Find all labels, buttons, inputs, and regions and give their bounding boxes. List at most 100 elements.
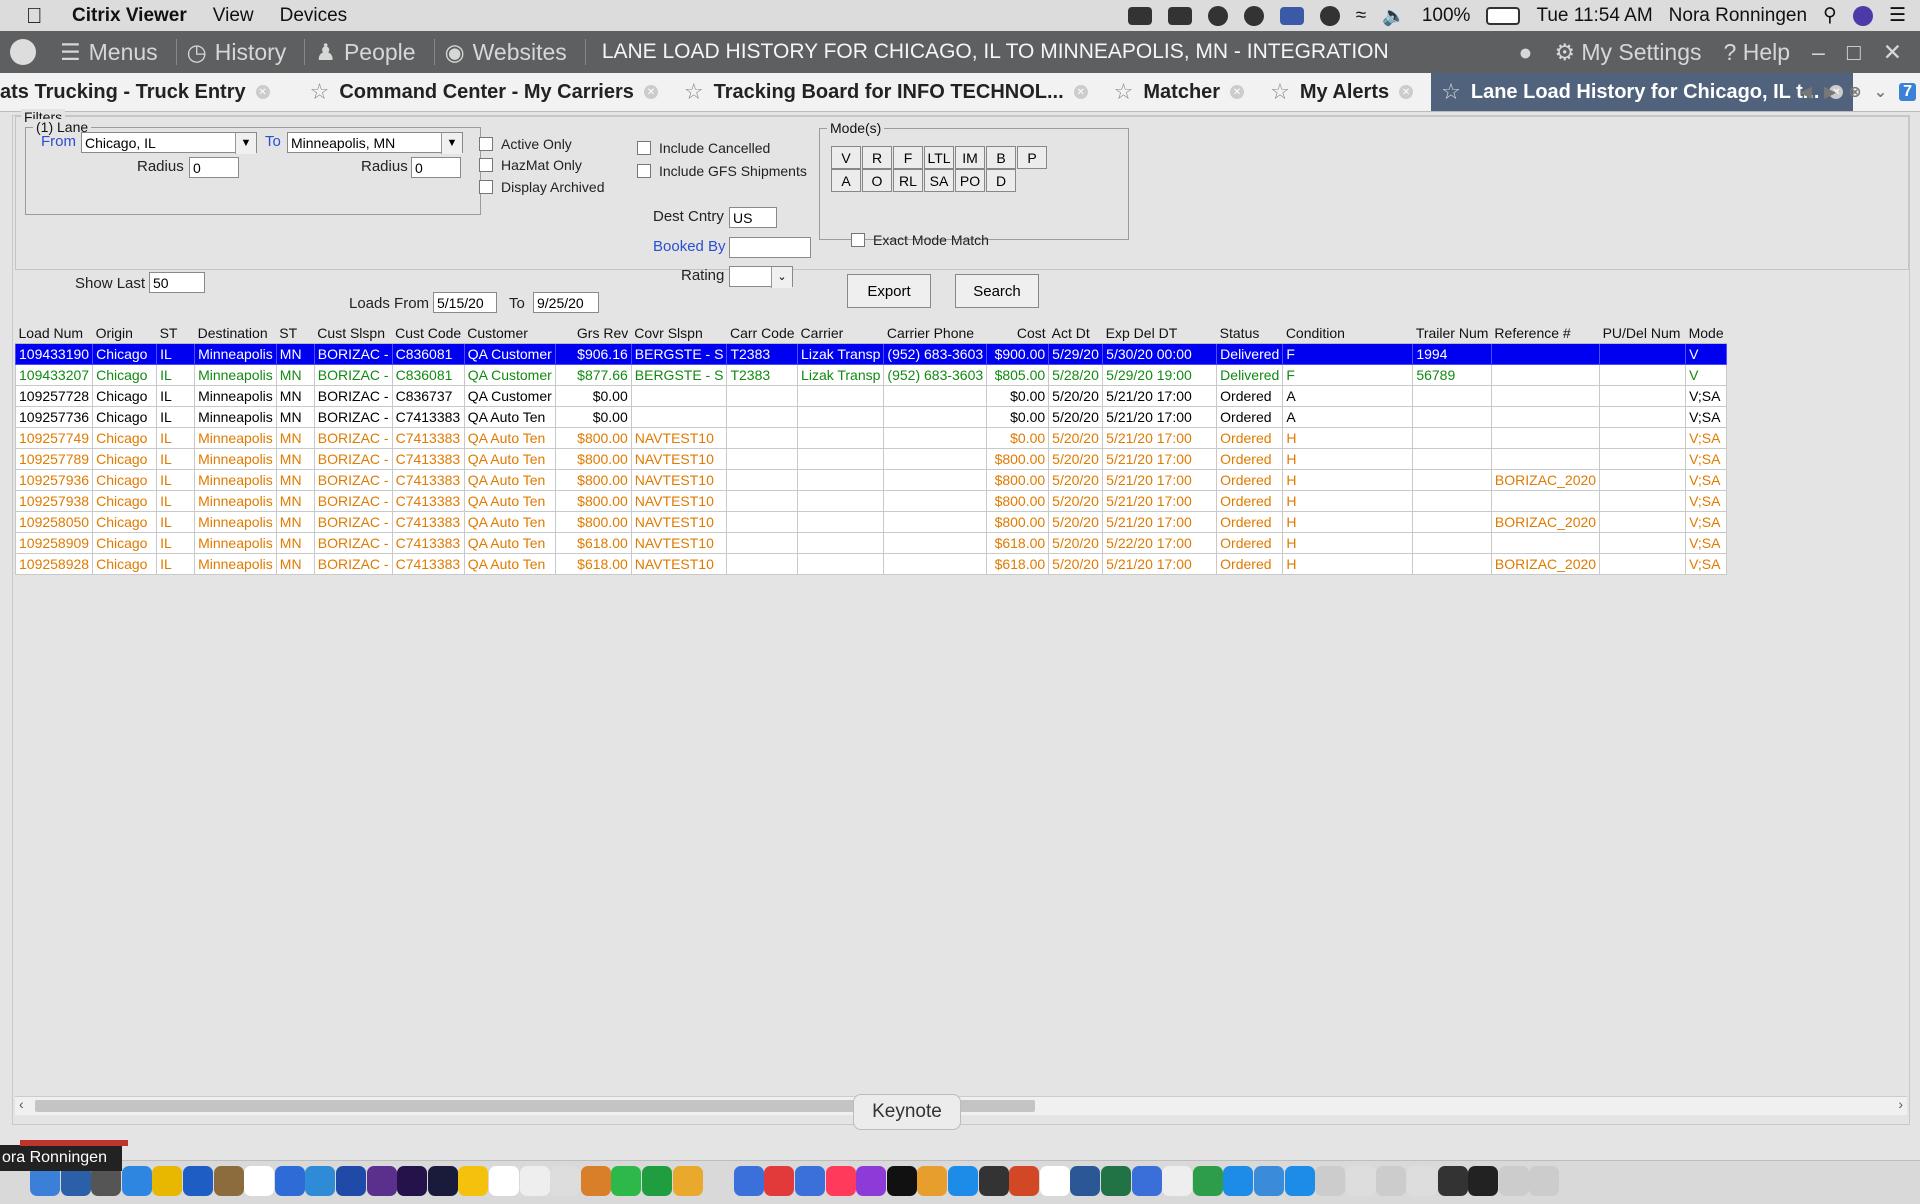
citrix-status-icon[interactable] <box>1279 6 1304 25</box>
dock-app-icon[interactable] <box>1284 1166 1315 1196</box>
star-icon[interactable]: ☆ <box>1270 79 1290 105</box>
tab-prev-icon[interactable]: ◀ <box>1800 82 1812 102</box>
column-header-cust-code[interactable]: Cust Code <box>392 322 465 344</box>
dock-app-icon[interactable] <box>550 1166 581 1196</box>
dock-app-icon[interactable] <box>580 1166 611 1196</box>
table-row[interactable]: 109257749 Chicago IL Minneapolis MN BORIZAC -… <box>14 427 1728 449</box>
my-settings-button[interactable]: ⚙ My Settings <box>1554 39 1701 66</box>
dock-app-icon[interactable] <box>1376 1166 1407 1196</box>
to-location-select[interactable]: Minneapolis, MN ▼ <box>287 132 463 154</box>
mode-button-rl[interactable]: RL <box>893 169 923 192</box>
rating-select[interactable]: ⌄ <box>729 266 793 288</box>
dock-app-icon[interactable] <box>1009 1166 1040 1196</box>
menu-devices[interactable]: Devices <box>280 5 348 27</box>
dock-app-icon[interactable] <box>183 1166 213 1196</box>
creative-cloud-icon[interactable] <box>1243 5 1264 26</box>
wifi-icon[interactable]: ≈ <box>1356 5 1366 27</box>
column-header-act-dt[interactable]: Act Dt <box>1048 322 1103 344</box>
mode-button-p[interactable]: P <box>1017 146 1047 169</box>
mode-button-po[interactable]: PO <box>955 169 985 192</box>
star-icon[interactable]: ☆ <box>684 79 704 105</box>
column-header-status[interactable]: Status <box>1216 322 1283 344</box>
dock-app-icon[interactable] <box>703 1166 734 1196</box>
dock-app-icon[interactable] <box>213 1166 244 1196</box>
booked-by-input[interactable] <box>729 237 811 258</box>
table-row[interactable]: 109433190 Chicago IL Minneapolis MN BORIZAC -… <box>14 343 1728 365</box>
column-header-condition[interactable]: Condition <box>1282 322 1413 344</box>
tab-tracking-board[interactable]: ☆ Tracking Board for INFO TECHNOL... ✕ <box>674 73 1098 111</box>
table-row[interactable]: 109258050 Chicago IL Minneapolis MN BORIZAC -… <box>14 511 1728 533</box>
history-button[interactable]: ◷ History <box>187 39 287 66</box>
column-header-load-num[interactable]: Load Num <box>15 322 93 344</box>
mode-button-f[interactable]: F <box>893 146 923 169</box>
dock-app-icon[interactable] <box>856 1166 887 1196</box>
menu-view[interactable]: View <box>213 5 254 27</box>
radius-from-input[interactable]: 0 <box>189 157 239 178</box>
from-location-select[interactable]: Chicago, IL ▼ <box>81 132 257 154</box>
dock-app-icon[interactable] <box>274 1166 305 1196</box>
volume-icon[interactable]: 🔈 <box>1382 4 1406 28</box>
mode-button-b[interactable]: B <box>986 146 1016 169</box>
table-row[interactable]: 109257728 Chicago IL Minneapolis MN BORIZAC -… <box>14 385 1728 407</box>
people-button[interactable]: ♟ People <box>315 39 415 66</box>
exact-mode-match-checkbox[interactable]: Exact Mode Match <box>851 232 989 248</box>
column-header-covr-slspn[interactable]: Covr Slspn <box>631 322 727 344</box>
dock-app-icon[interactable] <box>1070 1166 1101 1196</box>
dock-app-icon[interactable] <box>336 1166 366 1196</box>
column-header-carrier-phone[interactable]: Carrier Phone <box>883 322 987 344</box>
column-header-origin[interactable]: Origin <box>92 322 157 344</box>
mode-button-sa[interactable]: SA <box>924 169 954 192</box>
search-button[interactable]: Search <box>955 274 1039 308</box>
tab-command-center[interactable]: ☆ Command Center - My Carriers ✕ <box>300 73 668 111</box>
tab-close-icon[interactable]: ✕ <box>643 85 658 99</box>
dock-app-icon[interactable] <box>764 1166 795 1196</box>
dock-app-icon[interactable] <box>1131 1166 1162 1196</box>
dock-app-icon[interactable] <box>152 1166 183 1196</box>
table-row[interactable]: 109257736 Chicago IL Minneapolis MN BORIZAC -… <box>14 406 1728 428</box>
export-button[interactable]: Export <box>847 274 931 308</box>
status-extension-icon[interactable] <box>1127 6 1152 25</box>
dock-app-icon[interactable] <box>1039 1166 1070 1196</box>
column-header-grs-rev[interactable]: Grs Rev <box>555 322 632 344</box>
scroll-left-icon[interactable]: ‹ <box>19 1096 24 1112</box>
star-icon[interactable]: ☆ <box>1114 79 1134 105</box>
include-gfs-shipments-checkbox[interactable]: Include GFS Shipments <box>637 163 807 179</box>
dock-app-icon[interactable] <box>1315 1166 1346 1196</box>
user-name[interactable]: Nora Ronningen <box>1669 5 1807 27</box>
mode-button-ltl[interactable]: LTL <box>924 146 954 169</box>
dock-app-icon[interactable] <box>1407 1166 1437 1196</box>
column-header-cust-slspn[interactable]: Cust Slspn <box>314 322 393 344</box>
chevron-down-icon[interactable]: ▼ <box>235 133 256 154</box>
active-only-checkbox[interactable]: Active Only <box>479 136 572 152</box>
dock-app-icon[interactable] <box>1254 1166 1284 1196</box>
dock-app-icon[interactable] <box>1437 1166 1468 1196</box>
tab-count-badge[interactable]: 7 <box>1899 83 1916 101</box>
column-header-trailer-num[interactable]: Trailer Num <box>1412 322 1492 344</box>
scroll-right-icon[interactable]: › <box>1898 1096 1903 1112</box>
dock-app-icon[interactable] <box>1468 1166 1499 1196</box>
tab-lane-load-history[interactable]: ☆ Lane Load History for Chicago, IL t... ✕ <box>1431 73 1854 111</box>
control-center-icon[interactable]: ☰ <box>1889 4 1906 27</box>
dock-app-icon[interactable] <box>489 1166 519 1196</box>
include-cancelled-checkbox[interactable]: Include Cancelled <box>637 140 770 156</box>
tab-close-all-icon[interactable]: ⊗ <box>1848 82 1861 102</box>
maximize-button[interactable]: □ <box>1847 39 1861 66</box>
tab-close-icon[interactable]: ✕ <box>1230 85 1245 99</box>
help-button[interactable]: ? Help <box>1724 39 1791 66</box>
column-header-exp-del-dt[interactable]: Exp Del DT <box>1102 322 1217 344</box>
mode-button-o[interactable]: O <box>862 169 892 192</box>
dock-app-icon[interactable] <box>825 1166 856 1196</box>
siri-icon[interactable] <box>1852 5 1873 26</box>
sync-icon[interactable] <box>1207 5 1228 26</box>
dock-app-icon[interactable] <box>458 1166 489 1196</box>
tab-next-icon[interactable]: ▶ <box>1824 82 1836 102</box>
mode-button-d[interactable]: D <box>986 169 1016 192</box>
column-header-cost[interactable]: Cost <box>986 322 1049 344</box>
mode-button-a[interactable]: A <box>831 169 861 192</box>
minimize-button[interactable]: – <box>1812 39 1825 66</box>
mode-button-v[interactable]: V <box>831 146 861 169</box>
dock-app-icon[interactable] <box>397 1166 428 1196</box>
mode-button-im[interactable]: IM <box>955 146 985 169</box>
dock-app-icon[interactable] <box>1223 1166 1254 1196</box>
close-button[interactable]: ✕ <box>1883 39 1902 66</box>
